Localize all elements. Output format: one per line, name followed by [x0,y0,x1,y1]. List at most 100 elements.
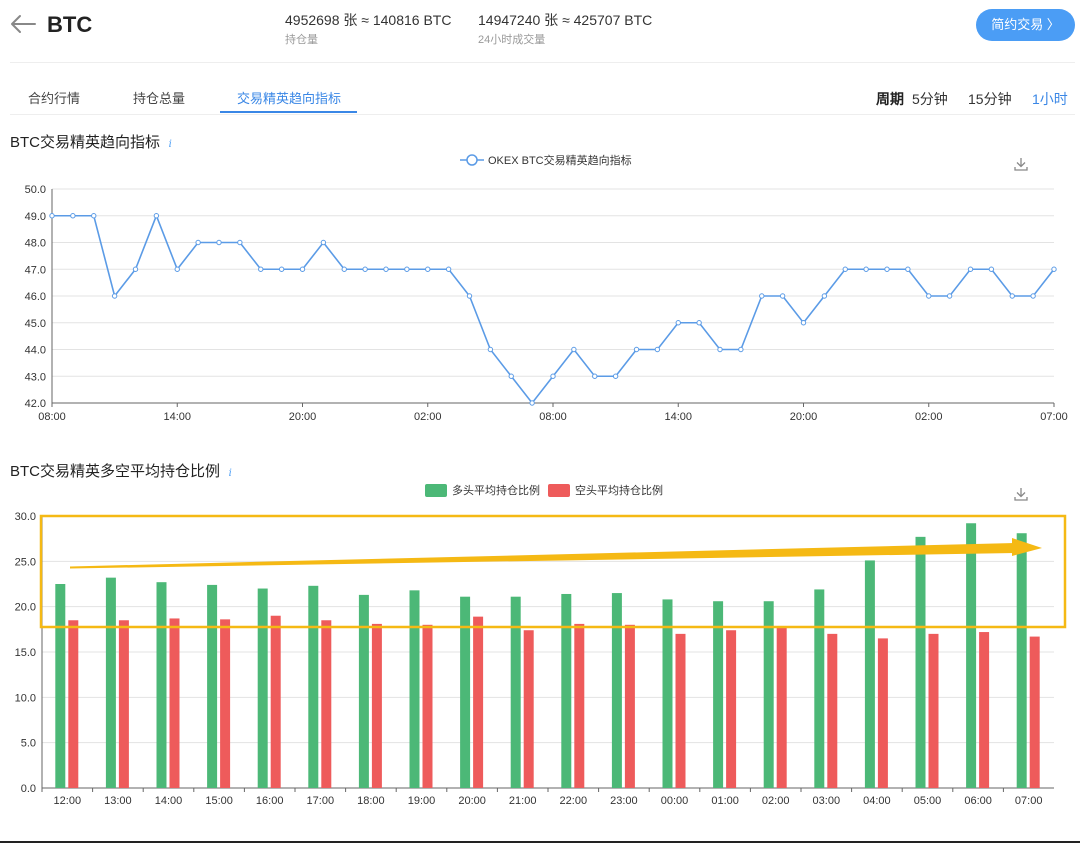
data-point [571,346,577,353]
data-point [1030,293,1036,299]
data-point [967,266,974,272]
y-tick-label: 45.0 [25,318,46,330]
simple-trade-button[interactable]: 简约交易 〉 [976,9,1075,41]
bar-long [814,589,825,788]
data-point [1009,293,1015,299]
x-tick-label: 08:00 [539,411,567,423]
annotation-arrow-head [1012,538,1042,556]
bar-short [624,624,635,788]
x-tick-label: 02:00 [414,411,442,423]
data-point [153,213,160,219]
x-tick-label: 01:00 [711,795,739,807]
data-point [884,266,890,272]
x-tick-label: 02:00 [762,795,790,807]
x-tick-label: 06:00 [964,795,992,807]
x-tick-label: 03:00 [813,795,841,807]
data-point [195,239,201,246]
data-point [362,266,368,272]
bar-long [409,590,420,788]
data-point [717,346,723,353]
bar-short [371,623,382,788]
data-point [278,266,285,272]
bar-long [561,593,572,788]
volume-24h-value: 14947240 张 ≈ 425707 BTC [478,12,653,28]
coin-title: BTC [47,12,93,37]
data-point [988,266,995,272]
tab-elite-trend[interactable]: 交易精英趋向指标 [237,88,341,107]
y-tick-label: 42.0 [25,398,46,410]
bar-long [510,596,521,788]
x-tick-label: 14:00 [664,411,692,423]
open-interest-value: 4952698 张 ≈ 140816 BTC [285,12,452,28]
y-tick-label: 5.0 [21,738,36,750]
y-tick-label: 43.0 [25,371,46,383]
bar-short [270,615,281,788]
y-tick-label: 49.0 [25,211,46,223]
tab-total-positions[interactable]: 持仓总量 [133,88,185,107]
x-tick-label: 16:00 [256,795,284,807]
bar-long [156,582,167,788]
bar-long [257,588,268,788]
period-5min[interactable]: 5分钟 [912,89,948,109]
period-1hour[interactable]: 1小时 [1032,89,1068,109]
data-point [299,266,306,272]
bar-long [915,536,926,788]
data-point [49,213,55,219]
data-point [675,320,681,326]
data-point [445,266,452,272]
bar-short [726,630,737,788]
legend-label: 空头平均持仓比例 [575,483,663,497]
x-tick-label: 05:00 [914,795,942,807]
bar-long [105,577,116,788]
data-point [320,239,327,246]
x-tick-label: 04:00 [863,795,891,807]
tab-bar: 合约行情 持仓总量 交易精英趋向指标 周期 5分钟 15分钟 1小时 [0,78,1080,115]
data-point [258,266,264,272]
bar-long [1016,533,1027,788]
y-tick-label: 50.0 [25,184,46,196]
back-arrow-icon[interactable] [8,10,38,38]
tabs-divider [10,114,1075,115]
legend-label: 多头平均持仓比例 [452,483,540,497]
bar-long [308,585,319,788]
data-point [592,373,598,379]
legend-label: OKEX BTC交易精英趋向指标 [488,153,632,167]
data-point [70,213,76,219]
bar-long [713,601,724,788]
bar-long [763,601,774,788]
legend-circle-marker [466,154,478,166]
bar-short [321,620,332,788]
x-tick-label: 20:00 [790,411,818,423]
bar-short [473,616,484,788]
active-tab-indicator [220,111,357,113]
x-tick-label: 14:00 [155,795,183,807]
x-tick-label: 20:00 [458,795,486,807]
tab-contract-market[interactable]: 合约行情 [28,88,80,107]
volume-24h-label: 24小时成交量 [478,34,546,46]
x-tick-label: 07:00 [1015,795,1043,807]
data-point [466,293,473,299]
x-tick-label: 07:00 [1040,411,1068,423]
x-tick-label: 02:00 [915,411,943,423]
x-tick-label: 14:00 [163,411,191,423]
data-point [926,293,932,299]
data-point [1051,266,1057,272]
y-tick-label: 10.0 [15,692,36,704]
y-tick-label: 20.0 [15,602,36,614]
legend-swatch [425,484,447,497]
bar-short [776,627,787,788]
x-tick-label: 18:00 [357,795,385,807]
bar-long [358,594,369,788]
y-tick-label: 48.0 [25,238,46,250]
data-point [633,346,640,353]
x-tick-label: 15:00 [205,795,233,807]
data-point [508,373,514,379]
bar-long [55,584,66,788]
data-point [654,346,661,353]
bar-short [118,620,129,788]
annotation-box [39,514,1067,629]
period-15min[interactable]: 15分钟 [968,89,1012,109]
data-point [738,346,744,353]
open-interest-stat: 4952698 张 ≈ 140816 BTC 持仓量 [285,10,451,47]
bar-short [1029,636,1040,788]
